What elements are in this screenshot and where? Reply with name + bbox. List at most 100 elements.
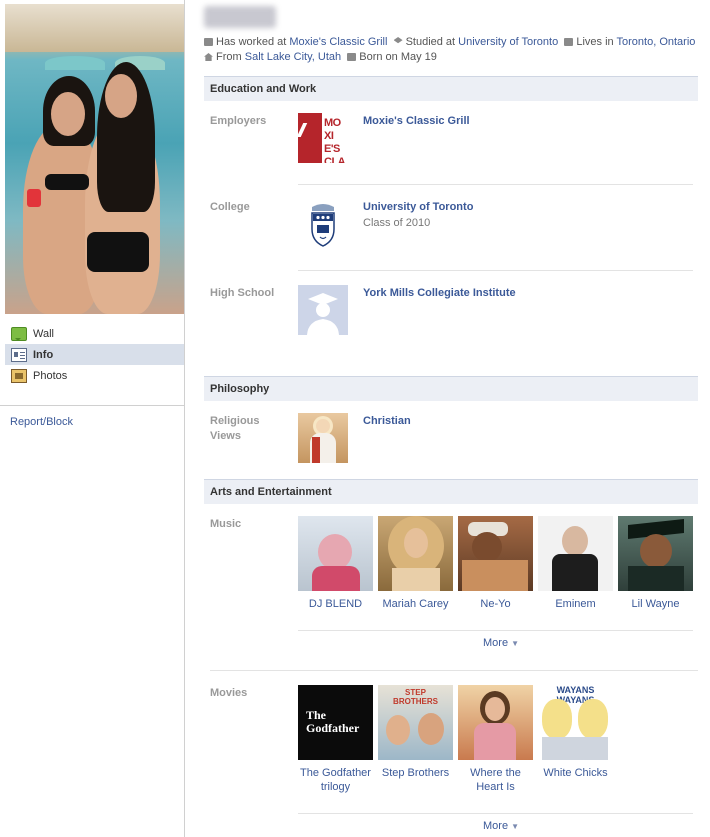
sidebar-item-label: Wall	[33, 327, 54, 340]
thumb-face	[472, 532, 502, 562]
profile-name-redacted	[204, 6, 276, 28]
sidebar-item-label: Info	[33, 348, 54, 361]
music-tile[interactable]: Ne-Yo	[458, 516, 533, 611]
music-thumb	[538, 516, 613, 591]
row-divider	[298, 184, 693, 185]
home-icon	[564, 38, 574, 46]
movie-poster: The Godfather	[298, 685, 373, 760]
summary-text: Has worked at	[216, 36, 290, 48]
chevron-down-icon: ▼	[511, 822, 519, 831]
thumb-figure	[318, 534, 352, 570]
logo-text: MOXIE'S CLASSIC GRILL	[324, 117, 346, 163]
thumb-face	[640, 534, 672, 568]
current-city-link[interactable]: Toronto, Ontario	[617, 36, 696, 48]
movie-tile[interactable]: STEP BROTHERS Step Brothers	[378, 685, 453, 780]
movie-poster: WAYANS WAYANS	[538, 685, 613, 760]
more-label: More	[483, 820, 509, 832]
religious-views-label: Religious Views	[210, 415, 260, 442]
photo-face-right	[105, 74, 137, 118]
poster-figure	[386, 715, 410, 745]
music-name: DJ BLEND	[308, 598, 363, 610]
summary-text: From	[216, 51, 245, 63]
photo-background	[5, 4, 184, 52]
movies-more-link[interactable]: More ▼	[483, 820, 519, 832]
highschool-name-link[interactable]: York Mills Collegiate Institute	[363, 287, 516, 299]
poster-title: STEP BROTHERS	[393, 688, 438, 706]
music-name: Mariah Carey	[382, 598, 449, 610]
music-tile[interactable]: Eminem	[538, 516, 613, 611]
religion-image[interactable]	[298, 413, 348, 463]
sidebar-nav: Wall Info Photos	[5, 323, 184, 386]
report-block-link[interactable]: Report/Block	[10, 416, 73, 428]
university-crest[interactable]	[298, 199, 348, 249]
briefcase-icon	[204, 38, 213, 46]
movies-label: Movies	[210, 687, 248, 699]
graduation-silhouette-icon	[307, 293, 339, 335]
music-tile[interactable]: Lil Wayne	[618, 516, 693, 611]
movie-tile[interactable]: Where the Heart Is	[458, 685, 533, 794]
movie-name: Step Brothers	[381, 767, 450, 779]
crest-icon	[311, 204, 335, 247]
poster-figure	[542, 699, 572, 739]
movie-tile[interactable]: WAYANS WAYANS White Chicks	[538, 685, 613, 780]
music-tile[interactable]: Mariah Carey	[378, 516, 453, 611]
poster-base	[542, 737, 608, 760]
thumb-figure	[628, 566, 684, 591]
photo-face-left	[51, 92, 85, 136]
poster-figure	[578, 699, 608, 739]
movie-tile[interactable]: The Godfather The Godfather trilogy	[298, 685, 373, 794]
music-more-link[interactable]: More ▼	[483, 637, 519, 649]
religion-link[interactable]: Christian	[363, 415, 411, 427]
hometown-link[interactable]: Salt Lake City, Utah	[245, 51, 341, 63]
poster-figure	[418, 713, 444, 745]
more-label: More	[483, 637, 509, 649]
poster-figure	[474, 723, 516, 760]
row-divider	[210, 670, 698, 671]
profile-photo[interactable]	[5, 4, 184, 314]
movie-name: Where the Heart Is	[470, 767, 521, 793]
poster-face	[485, 697, 505, 721]
employer-link[interactable]: Moxie's Classic Grill	[289, 36, 387, 48]
sidebar-item-info[interactable]: Info	[5, 344, 184, 365]
thumb-face	[562, 526, 588, 556]
sidebar-divider	[0, 405, 184, 406]
photo-red-cup	[27, 189, 41, 207]
music-name: Eminem	[555, 598, 596, 610]
sidebar-item-wall[interactable]: Wall	[5, 323, 184, 344]
religion-figure-head	[316, 419, 330, 433]
thumb-face	[404, 528, 428, 558]
highschool-label: High School	[210, 287, 275, 299]
section-header-education: Education and Work	[204, 76, 698, 101]
employer-logo[interactable]: MOXIE'S CLASSIC GRILL	[298, 113, 348, 163]
music-tile[interactable]: DJ BLEND	[298, 516, 373, 611]
calendar-icon	[347, 53, 357, 61]
college-class: Class of 2010	[363, 217, 431, 229]
movie-poster: STEP BROTHERS	[378, 685, 453, 760]
photo-umbrella	[45, 56, 105, 70]
poster-title: The Godfather	[306, 708, 360, 735]
college-label: College	[210, 201, 250, 213]
thumb-figure	[462, 560, 528, 591]
thumb-figure	[392, 568, 440, 591]
summary-text: Studied at	[405, 36, 459, 48]
birthday-text: Born on May 19	[359, 51, 437, 63]
music-thumb	[618, 516, 693, 591]
school-default-image[interactable]	[298, 285, 348, 335]
graduation-cap-icon	[393, 37, 403, 44]
sidebar-item-photos[interactable]: Photos	[5, 365, 184, 386]
music-label: Music	[210, 518, 242, 530]
college-link[interactable]: University of Toronto	[458, 36, 558, 48]
sidebar-item-label: Photos	[33, 369, 68, 382]
college-name-link[interactable]: University of Toronto	[363, 201, 473, 213]
movie-name: The Godfather trilogy	[300, 767, 371, 793]
row-divider	[298, 630, 693, 631]
logo-red-bar	[298, 113, 322, 163]
employers-label: Employers	[210, 115, 267, 127]
house-icon	[204, 53, 213, 61]
section-header-philosophy: Philosophy	[204, 376, 698, 401]
movie-poster	[458, 685, 533, 760]
employer-name-link[interactable]: Moxie's Classic Grill	[363, 115, 470, 127]
religion-figure-sash	[312, 437, 320, 463]
row-divider	[298, 270, 693, 271]
chevron-down-icon: ▼	[511, 639, 519, 648]
